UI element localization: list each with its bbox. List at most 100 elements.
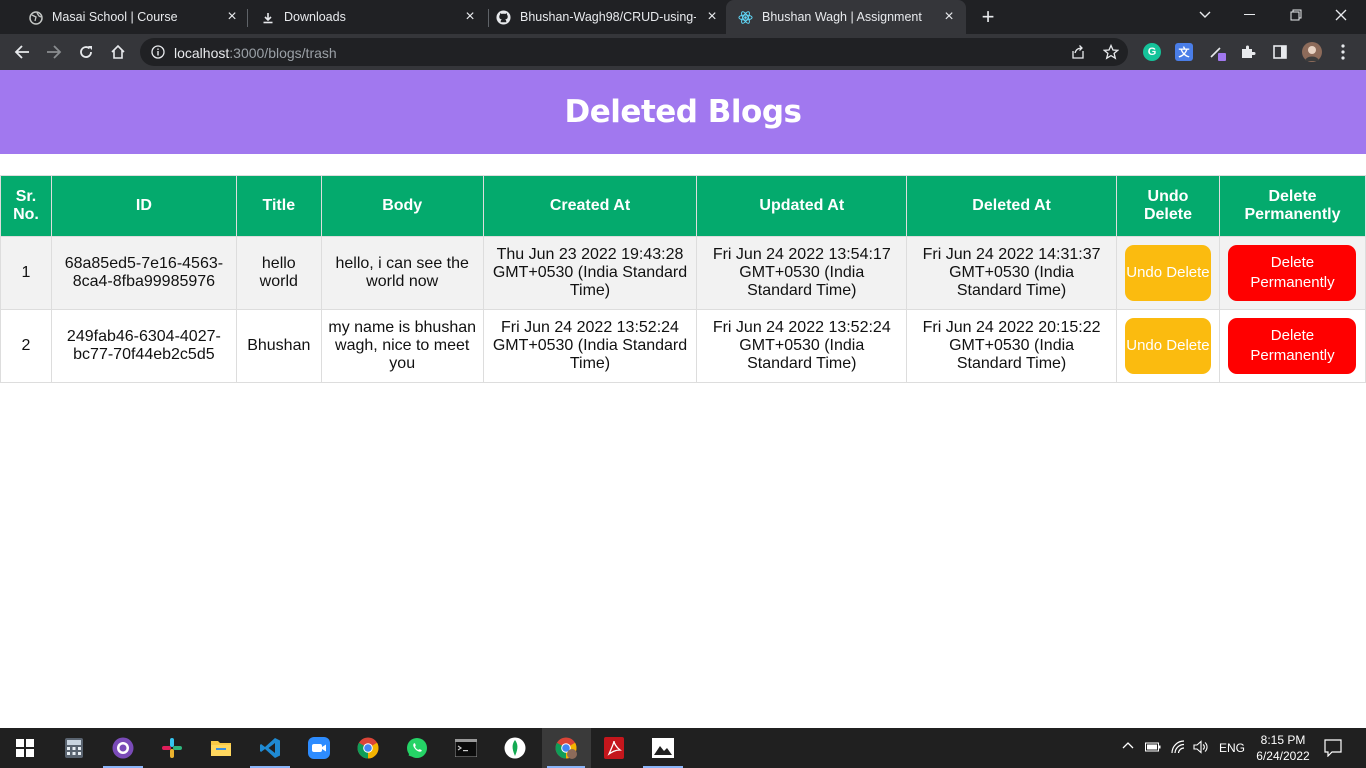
- cell-sr-no: 2: [0, 309, 52, 383]
- delete-permanently-button[interactable]: Delete Permanently: [1228, 245, 1357, 301]
- restore-icon[interactable]: [1276, 0, 1316, 30]
- chrome-icon[interactable]: [356, 736, 380, 760]
- page-content: Deleted Blogs Sr. No. ID Title Body Crea…: [0, 70, 1366, 728]
- column-header-title: Title: [235, 175, 322, 237]
- column-header-body: Body: [320, 175, 484, 237]
- browser-tab[interactable]: Masai School | Course ×: [8, 0, 246, 34]
- undo-delete-button[interactable]: Undo Delete: [1124, 245, 1211, 301]
- undo-delete-button[interactable]: Undo Delete: [1124, 318, 1211, 374]
- volume-icon[interactable]: [1193, 740, 1209, 757]
- browser-tab-active[interactable]: Bhushan Wagh | Assignment ×: [726, 0, 966, 34]
- grammarly-icon[interactable]: G: [1143, 43, 1161, 61]
- close-tab-icon[interactable]: ×: [224, 9, 240, 25]
- input-language-indicator[interactable]: ENG: [1219, 741, 1245, 755]
- cell-body: hello, i can see the world now: [320, 236, 484, 310]
- clock-time: 8:15 PM: [1260, 733, 1306, 747]
- translate-icon[interactable]: 文: [1175, 43, 1193, 61]
- column-header-deleted-at: Deleted At: [906, 175, 1117, 237]
- file-explorer-icon[interactable]: [209, 736, 233, 760]
- browser-tab[interactable]: Bhushan-Wagh98/CRUD-using-r ×: [476, 0, 726, 34]
- pdf-reader-icon[interactable]: [602, 736, 626, 760]
- extensions-puzzle-icon[interactable]: [1239, 43, 1257, 61]
- browser-toolbar: localhost:3000/blogs/trash G 文: [0, 34, 1366, 70]
- cell-delete: Delete Permanently: [1218, 236, 1366, 310]
- cell-title: hello world: [235, 236, 322, 310]
- column-header-updated-at: Updated At: [696, 175, 908, 237]
- cell-undo: Undo Delete: [1115, 236, 1220, 310]
- browser-tab-bar: Masai School | Course × Downloads × Bhus…: [0, 0, 1366, 34]
- tab-title: Masai School | Course: [52, 10, 178, 24]
- cell-id: 68a85ed5-7e16-4563-8ca4-8fba99985976: [50, 236, 237, 310]
- site-info-icon[interactable]: [151, 45, 165, 59]
- url-text: localhost:3000/blogs/trash: [174, 45, 337, 61]
- share-icon[interactable]: [1070, 44, 1086, 60]
- chrome-profile-icon[interactable]: [554, 736, 578, 760]
- cell-deleted-at: Fri Jun 24 2022 20:15:22 GMT+0530 (India…: [906, 309, 1117, 383]
- github-desktop-icon[interactable]: [111, 736, 135, 760]
- column-header-undo-delete: Undo Delete: [1115, 175, 1220, 237]
- table-row: 1 68a85ed5-7e16-4563-8ca4-8fba99985976 h…: [0, 236, 1366, 310]
- windows-start-icon[interactable]: [13, 736, 37, 760]
- color-picker-icon[interactable]: [1208, 43, 1226, 61]
- tab-title: Bhushan Wagh | Assignment: [762, 10, 922, 24]
- terminal-icon[interactable]: [454, 736, 478, 760]
- cell-created-at: Thu Jun 23 2022 19:43:28 GMT+0530 (India…: [482, 236, 698, 310]
- cell-title: Bhushan: [235, 309, 322, 383]
- chrome-menu-icon[interactable]: [1334, 43, 1352, 61]
- cell-updated-at: Fri Jun 24 2022 13:52:24 GMT+0530 (India…: [696, 309, 908, 383]
- cell-delete: Delete Permanently: [1218, 309, 1366, 383]
- vscode-icon[interactable]: [258, 736, 282, 760]
- wifi-icon[interactable]: [1170, 740, 1186, 757]
- page-header: Deleted Blogs: [0, 70, 1366, 154]
- delete-permanently-button[interactable]: Delete Permanently: [1228, 318, 1357, 374]
- slack-icon[interactable]: [160, 736, 184, 760]
- column-header-delete-permanently: Delete Permanently: [1218, 175, 1366, 237]
- clock-date: 6/24/2022: [1256, 749, 1310, 763]
- profile-avatar[interactable]: [1302, 42, 1322, 62]
- side-panel-icon[interactable]: [1271, 43, 1289, 61]
- cell-undo: Undo Delete: [1115, 309, 1220, 383]
- calculator-icon[interactable]: [62, 736, 86, 760]
- notification-center-icon[interactable]: [1324, 739, 1342, 760]
- tab-title: Downloads: [284, 10, 346, 24]
- home-icon[interactable]: [108, 42, 128, 62]
- browser-tab[interactable]: Downloads ×: [240, 0, 488, 34]
- url-path: :3000/blogs/trash: [229, 45, 337, 61]
- download-icon: [260, 10, 275, 25]
- table-row: 2 249fab46-6304-4027-bc77-70f44eb2c5d5 B…: [0, 309, 1366, 383]
- cell-body: my name is bhushan wagh, nice to meet yo…: [320, 309, 484, 383]
- page-title: Deleted Blogs: [564, 94, 802, 130]
- react-icon: [738, 10, 753, 25]
- whatsapp-icon[interactable]: [405, 736, 429, 760]
- deleted-blogs-table: Sr. No. ID Title Body Created At Updated…: [0, 175, 1366, 383]
- close-tab-icon[interactable]: ×: [704, 9, 720, 25]
- reload-icon[interactable]: [76, 42, 96, 62]
- cell-created-at: Fri Jun 24 2022 13:52:24 GMT+0530 (India…: [482, 309, 698, 383]
- github-icon: [496, 10, 511, 25]
- minimize-icon[interactable]: [1230, 0, 1270, 30]
- tab-search-icon[interactable]: [1185, 0, 1225, 30]
- globe-icon: [28, 10, 43, 25]
- cell-id: 249fab46-6304-4027-bc77-70f44eb2c5d5: [50, 309, 237, 383]
- cell-deleted-at: Fri Jun 24 2022 14:31:37 GMT+0530 (India…: [906, 236, 1117, 310]
- address-bar[interactable]: localhost:3000/blogs/trash: [140, 38, 1128, 66]
- column-header-sr-no: Sr. No.: [0, 175, 52, 237]
- table-header-row: Sr. No. ID Title Body Created At Updated…: [0, 175, 1366, 237]
- url-host: localhost: [174, 45, 230, 61]
- forward-icon[interactable]: [44, 42, 64, 62]
- photos-icon[interactable]: [651, 736, 675, 760]
- windows-taskbar: ENG 8:15 PM 6/24/2022: [0, 728, 1366, 768]
- mongodb-compass-icon[interactable]: [503, 736, 527, 760]
- zoom-icon[interactable]: [307, 736, 331, 760]
- taskbar-clock[interactable]: 8:15 PM 6/24/2022: [1252, 732, 1314, 764]
- battery-icon[interactable]: [1145, 741, 1161, 756]
- back-icon[interactable]: [12, 42, 32, 62]
- new-tab-icon[interactable]: +: [978, 6, 998, 28]
- cell-updated-at: Fri Jun 24 2022 13:54:17 GMT+0530 (India…: [696, 236, 908, 310]
- tab-title: Bhushan-Wagh98/CRUD-using-r: [520, 10, 696, 24]
- show-hidden-icons-icon[interactable]: [1122, 740, 1134, 755]
- bookmark-star-icon[interactable]: [1102, 43, 1120, 60]
- column-header-created-at: Created At: [482, 175, 698, 237]
- close-window-icon[interactable]: [1321, 0, 1361, 30]
- close-tab-icon[interactable]: ×: [941, 9, 957, 25]
